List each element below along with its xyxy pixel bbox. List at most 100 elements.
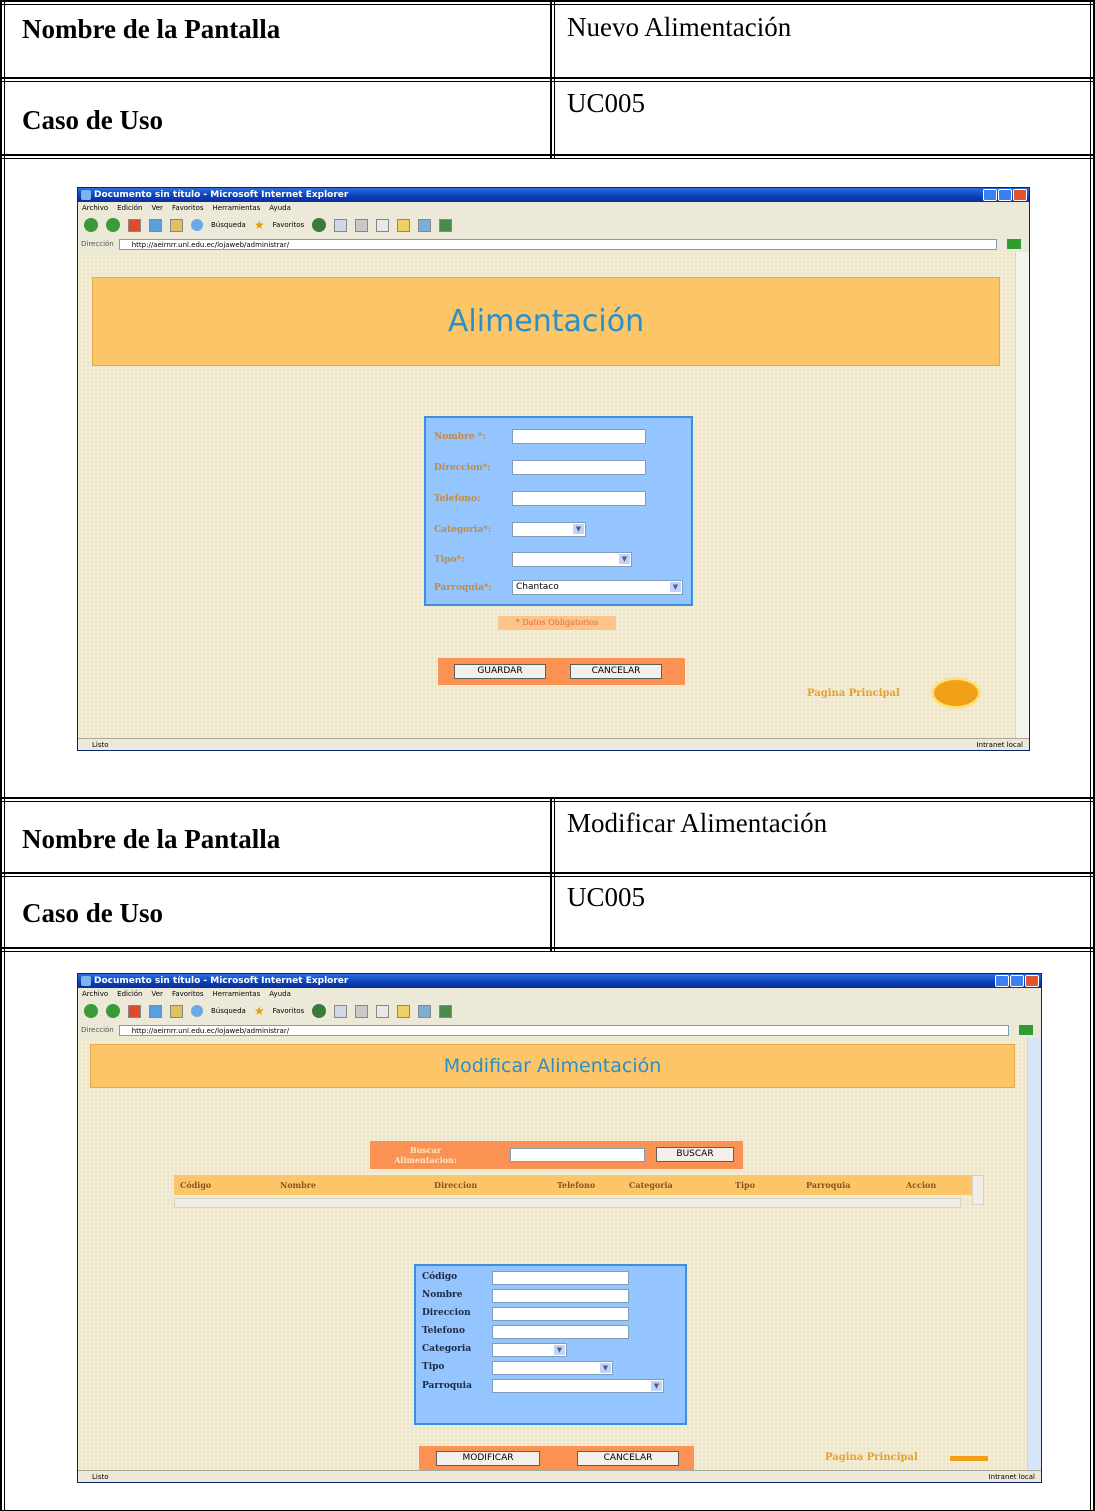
- menu-edicion[interactable]: Edición: [117, 990, 142, 998]
- favorites-label[interactable]: Favoritos: [273, 221, 305, 229]
- nombre-input[interactable]: [492, 1289, 629, 1303]
- use-case-value: UC005: [567, 88, 646, 118]
- print-icon[interactable]: [355, 1004, 369, 1018]
- cancel-button[interactable]: CANCELAR: [570, 664, 662, 679]
- history-icon[interactable]: [312, 1004, 327, 1018]
- forward-icon[interactable]: [106, 218, 120, 232]
- history-icon[interactable]: [312, 218, 327, 232]
- address-label: Dirección: [81, 240, 114, 248]
- cancel-button[interactable]: CANCELAR: [577, 1451, 679, 1466]
- menu-favoritos[interactable]: Favoritos: [172, 990, 204, 998]
- home-link[interactable]: Pagina Principal: [807, 688, 900, 699]
- messenger-icon[interactable]: [418, 218, 432, 232]
- menu-herramientas[interactable]: Herramientas: [213, 204, 261, 212]
- edit-icon[interactable]: [376, 218, 390, 232]
- tools-icon[interactable]: [439, 1004, 453, 1018]
- search-icon[interactable]: [191, 1005, 203, 1017]
- back-arrow-icon[interactable]: [950, 1456, 988, 1461]
- direccion-input[interactable]: [492, 1307, 629, 1321]
- search-label[interactable]: Búsqueda: [211, 221, 246, 229]
- results-vscrollbar[interactable]: [972, 1175, 984, 1205]
- folder-icon[interactable]: [397, 218, 411, 232]
- search-label[interactable]: Búsqueda: [211, 1007, 246, 1015]
- mail-icon[interactable]: [334, 218, 348, 232]
- menu-bar: Archivo Edición Ver Favoritos Herramient…: [78, 988, 1041, 999]
- back-arrow-icon[interactable]: [931, 677, 981, 709]
- stop-icon[interactable]: [128, 218, 141, 232]
- mail-icon[interactable]: [334, 1004, 348, 1018]
- favorites-icon[interactable]: ★: [254, 1004, 265, 1018]
- menu-ayuda[interactable]: Ayuda: [269, 990, 291, 998]
- chevron-down-icon: ▼: [573, 524, 584, 534]
- scrollbar[interactable]: [1015, 252, 1029, 738]
- address-input[interactable]: http://aeirnrr.unl.edu.ec/lojaweb/admini…: [118, 238, 997, 250]
- ie-icon: [81, 976, 91, 986]
- messenger-icon[interactable]: [418, 1004, 432, 1018]
- address-bar: Dirección http://aeirnrr.unl.edu.ec/loja…: [78, 237, 1029, 251]
- favorites-label[interactable]: Favoritos: [273, 1007, 305, 1015]
- menu-edicion[interactable]: Edición: [117, 204, 142, 212]
- field-label: Categoria*:: [434, 525, 492, 535]
- search-input[interactable]: [510, 1148, 645, 1162]
- back-icon[interactable]: [84, 218, 98, 232]
- button-bar: GUARDAR CANCELAR: [438, 658, 685, 685]
- page-viewport: Modificar Alimentación Buscar Alimentaci…: [78, 1038, 1027, 1470]
- menu-herramientas[interactable]: Herramientas: [213, 990, 261, 998]
- categoria-select[interactable]: ▼: [492, 1343, 567, 1357]
- menu-ver[interactable]: Ver: [152, 990, 163, 998]
- back-icon[interactable]: [84, 1004, 98, 1018]
- search-icon[interactable]: [191, 219, 203, 231]
- telefono-input[interactable]: [492, 1325, 629, 1339]
- field-label: Direccion: [422, 1308, 471, 1318]
- parroquia-select[interactable]: ▼: [492, 1379, 664, 1393]
- address-input[interactable]: http://aeirnrr.unl.edu.ec/lojaweb/admini…: [118, 1024, 1009, 1036]
- banner-title: Modificar Alimentación: [443, 1055, 662, 1077]
- print-icon[interactable]: [355, 218, 369, 232]
- tools-icon[interactable]: [439, 218, 453, 232]
- maximize-button[interactable]: [998, 189, 1012, 201]
- home-link[interactable]: Pagina Principal: [825, 1452, 918, 1463]
- menu-ver[interactable]: Ver: [152, 204, 163, 212]
- maximize-button[interactable]: [1010, 975, 1024, 987]
- categoria-select[interactable]: ▼: [512, 522, 586, 537]
- codigo-input[interactable]: [492, 1271, 629, 1285]
- modify-button[interactable]: MODIFICAR: [436, 1451, 540, 1466]
- address-bar: Dirección http://aeirnrr.unl.edu.ec/loja…: [78, 1023, 1041, 1037]
- scrollbar[interactable]: [1027, 1038, 1041, 1470]
- nombre-input[interactable]: [512, 429, 646, 444]
- go-icon[interactable]: [1007, 239, 1021, 249]
- tipo-select[interactable]: ▼: [512, 552, 632, 567]
- favorites-icon[interactable]: ★: [254, 218, 265, 232]
- edit-icon[interactable]: [376, 1004, 390, 1018]
- refresh-icon[interactable]: [149, 218, 162, 232]
- status-bar: Listo Intranet local: [78, 738, 1029, 750]
- menu-archivo[interactable]: Archivo: [82, 204, 108, 212]
- toolbar: Búsqueda ★ Favoritos: [78, 1000, 1041, 1022]
- column-header: Categoria: [629, 1180, 673, 1190]
- save-button[interactable]: GUARDAR: [454, 664, 546, 679]
- refresh-icon[interactable]: [149, 1004, 162, 1018]
- stop-icon[interactable]: [128, 1004, 141, 1018]
- close-button[interactable]: [1013, 189, 1027, 201]
- telefono-input[interactable]: [512, 491, 646, 506]
- menu-ayuda[interactable]: Ayuda: [269, 204, 291, 212]
- home-icon[interactable]: [170, 1004, 183, 1018]
- direccion-input[interactable]: [512, 460, 646, 475]
- forward-icon[interactable]: [106, 1004, 120, 1018]
- column-header: Direccion: [434, 1180, 478, 1190]
- results-scrollbar[interactable]: [174, 1198, 961, 1208]
- menu-archivo[interactable]: Archivo: [82, 990, 108, 998]
- home-icon[interactable]: [170, 218, 183, 232]
- folder-icon[interactable]: [397, 1004, 411, 1018]
- page-banner: Modificar Alimentación: [90, 1044, 1015, 1088]
- parroquia-select[interactable]: Chantaco ▼: [512, 580, 683, 595]
- minimize-button[interactable]: [995, 975, 1009, 987]
- minimize-button[interactable]: [983, 189, 997, 201]
- search-button[interactable]: BUSCAR: [656, 1147, 734, 1162]
- button-bar: MODIFICAR CANCELAR: [419, 1446, 694, 1470]
- status-text: Listo: [92, 740, 109, 749]
- tipo-select[interactable]: ▼: [492, 1361, 613, 1375]
- go-icon[interactable]: [1019, 1025, 1033, 1035]
- menu-favoritos[interactable]: Favoritos: [172, 204, 204, 212]
- close-button[interactable]: [1025, 975, 1039, 987]
